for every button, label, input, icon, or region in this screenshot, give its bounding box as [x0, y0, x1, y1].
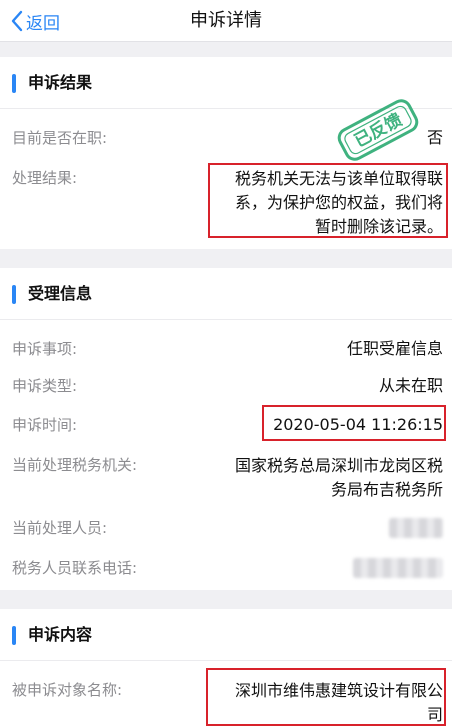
phone-row: 税务人员联系电话: [0, 557, 452, 581]
section-accent-bar [12, 74, 16, 93]
info-row: 申诉类型: 从未在职 [0, 375, 452, 399]
result-section-title: 申诉结果 [28, 73, 93, 92]
content-section: 申诉内容 被申诉对象名称: 深圳市维伟惠建筑设计有限公 司 [0, 609, 452, 728]
info-row: 申诉时间: 2020-05-04 11:26:15 [0, 414, 452, 438]
result-value: 税务机关无法与该单位取得联 系，为保护您的权益，我们将 暂时删除该记录。 [207, 167, 443, 239]
section-accent-bar [12, 626, 16, 645]
result-section-header: 申诉结果 [0, 57, 452, 109]
result-section: 申诉结果 目前是否在职: 否 处理结果: 税务机关无法与该单位取得联 系，为保护… [0, 57, 452, 249]
employed-value: 否 [426, 128, 443, 147]
result-line: 系，为保护您的权益，我们将 [234, 193, 443, 212]
authority-line: 务局布吉税务所 [330, 480, 443, 499]
result-label: 处理结果: [12, 169, 78, 187]
info-label: 申诉事项: [12, 340, 78, 358]
accept-section-header: 受理信息 [0, 268, 452, 320]
content-section-title: 申诉内容 [28, 625, 93, 644]
phone-label: 税务人员联系电话: [12, 559, 138, 577]
info-label: 申诉类型: [12, 377, 78, 395]
result-line: 税务机关无法与该单位取得联 [234, 169, 443, 188]
authority-row: 当前处理税务机关: 国家税务总局深圳市龙岗区税 务局布吉税务所 [0, 454, 452, 504]
info-row: 申诉事项: 任职受雇信息 [0, 338, 452, 362]
authority-label: 当前处理税务机关: [12, 456, 138, 474]
target-line: 深圳市维伟惠建筑设计有限公 [234, 681, 443, 700]
info-label: 申诉时间: [12, 416, 78, 434]
target-value: 深圳市维伟惠建筑设计有限公 司 [207, 679, 443, 727]
target-row: 被申诉对象名称: 深圳市维伟惠建筑设计有限公 司 [0, 679, 452, 728]
section-accent-bar [12, 285, 16, 304]
info-value: 任职受雇信息 [346, 339, 443, 358]
employed-row: 目前是否在职: 否 [0, 127, 452, 151]
info-value: 从未在职 [378, 376, 443, 395]
content-section-header: 申诉内容 [0, 609, 452, 661]
phone-value-redacted [353, 558, 443, 578]
target-label: 被申诉对象名称: [12, 681, 123, 699]
accept-section-title: 受理信息 [28, 284, 93, 303]
accept-section: 受理信息 申诉事项: 任职受雇信息 申诉类型: 从未在职 申诉时间: 2020-… [0, 268, 452, 590]
authority-value: 国家税务总局深圳市龙岗区税 务局布吉税务所 [207, 454, 443, 502]
result-line: 暂时删除该记录。 [314, 217, 443, 236]
nav-bar: 返回 申诉详情 [0, 0, 452, 42]
handler-label: 当前处理人员: [12, 519, 108, 537]
result-row: 处理结果: 税务机关无法与该单位取得联 系，为保护您的权益，我们将 暂时删除该记… [0, 167, 452, 243]
handler-row: 当前处理人员: [0, 517, 452, 541]
info-value: 2020-05-04 11:26:15 [273, 415, 443, 434]
target-line: 司 [426, 705, 443, 724]
authority-line: 国家税务总局深圳市龙岗区税 [234, 456, 443, 475]
employed-label: 目前是否在职: [12, 129, 108, 147]
handler-value-redacted [389, 518, 443, 538]
page-title: 申诉详情 [190, 10, 262, 31]
